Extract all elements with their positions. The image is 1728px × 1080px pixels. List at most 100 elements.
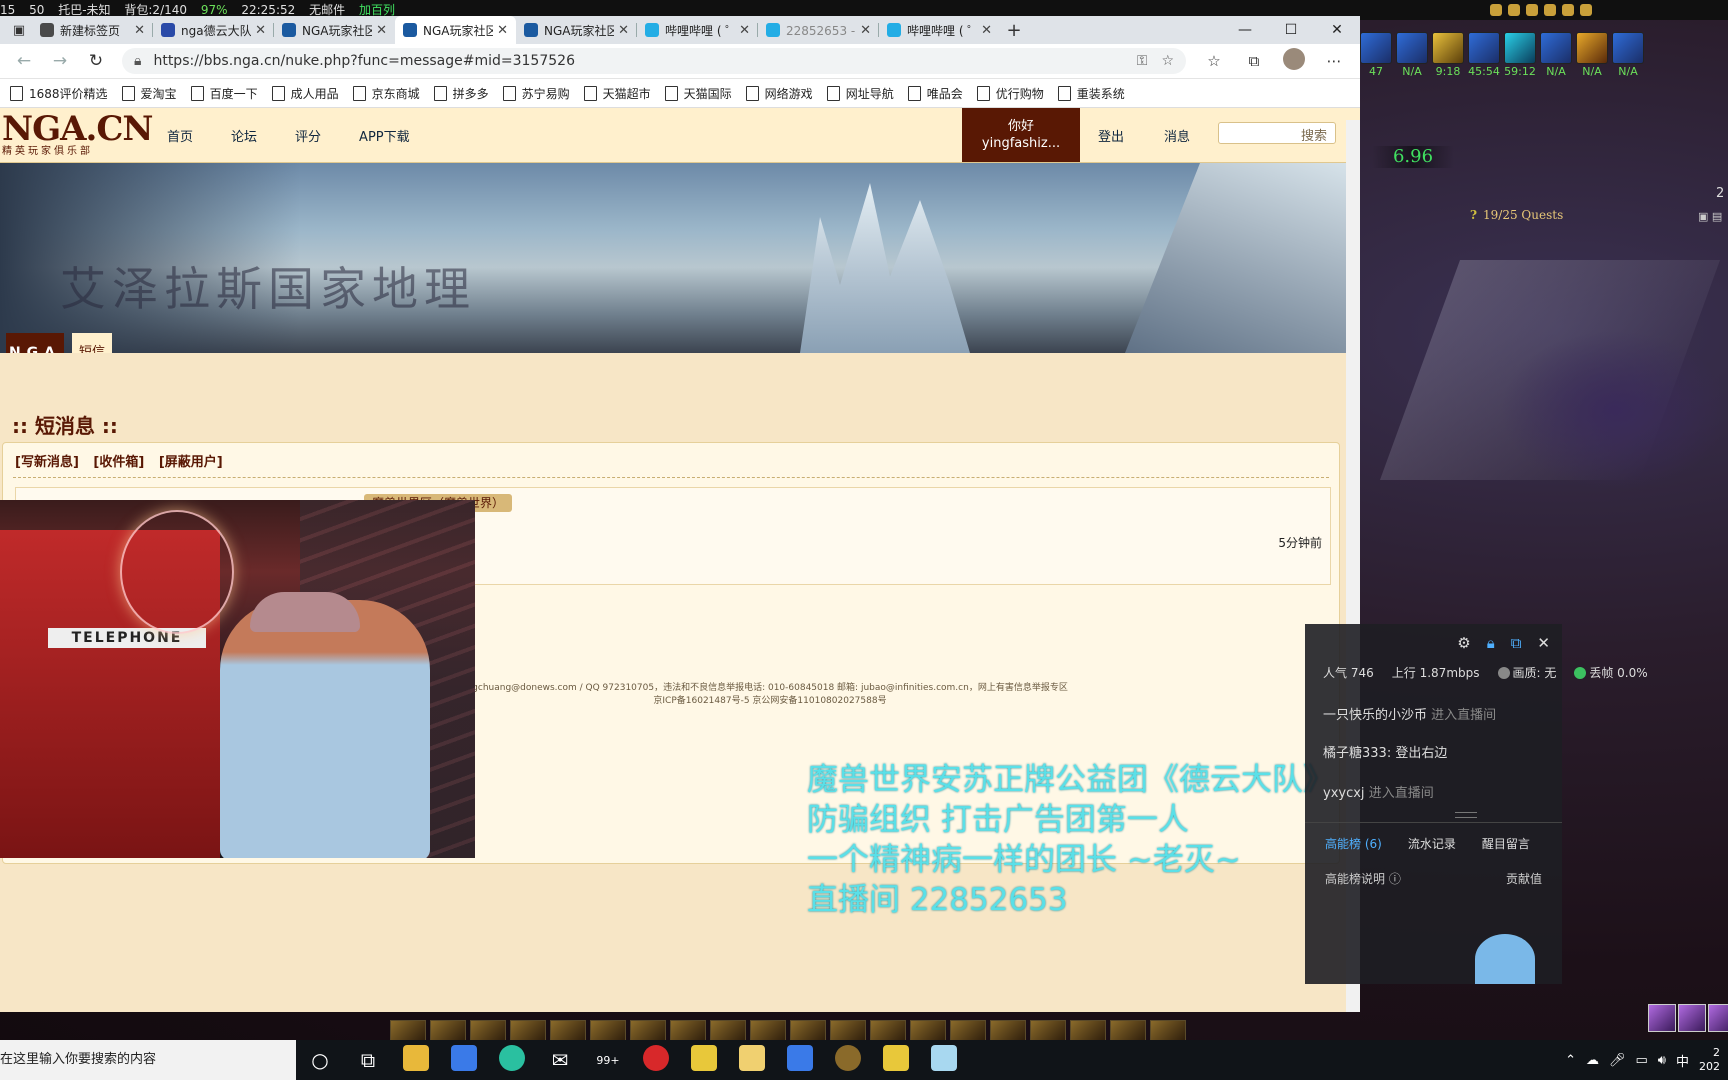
mail-icon[interactable]: ✉ — [536, 1048, 584, 1072]
block-users-link[interactable]: [屏蔽用户] — [159, 455, 223, 470]
tab-actions-icon[interactable]: ▣ — [6, 23, 32, 38]
messages-link[interactable]: 消息 — [1164, 126, 1190, 145]
tab[interactable]: 新建标签页 ✕ — [32, 16, 153, 44]
wow-icon[interactable] — [824, 1044, 872, 1076]
window-mode-icon[interactable]: ⧉ — [1511, 634, 1522, 652]
logout-link[interactable]: 登出 — [1098, 126, 1124, 145]
tray-expand-icon[interactable]: ⌃ — [1565, 1053, 1576, 1068]
pet-slot[interactable] — [1708, 1004, 1728, 1032]
wechat-icon[interactable]: 99+ — [584, 1054, 632, 1067]
bookmark[interactable]: 重装系统 — [1057, 85, 1125, 102]
bookmark[interactable]: 天猫国际 — [664, 85, 732, 102]
app-icon[interactable] — [728, 1044, 776, 1076]
tab-high-energy[interactable]: 高能榜 (6) — [1325, 835, 1382, 852]
close-tab-icon[interactable]: ✕ — [376, 23, 387, 38]
close-tab-icon[interactable]: ✕ — [255, 23, 266, 38]
profile-avatar[interactable] — [1274, 48, 1314, 74]
close-panel-icon[interactable]: ✕ — [1537, 634, 1550, 652]
favorites-icon[interactable]: ☆ — [1194, 52, 1234, 70]
site-logo[interactable]: NGA.CN 精英玩家俱乐部 — [2, 110, 153, 160]
close-tab-icon[interactable]: ✕ — [739, 23, 750, 38]
game-icon[interactable] — [1562, 4, 1574, 16]
help-icon[interactable]: ⓘ — [1389, 872, 1401, 886]
bookmark[interactable]: 爱淘宝 — [121, 85, 177, 102]
edge-icon[interactable] — [488, 1044, 536, 1076]
close-tab-icon[interactable]: ✕ — [860, 23, 871, 38]
store-icon[interactable] — [440, 1044, 488, 1076]
nav-home[interactable]: 首页 — [167, 126, 193, 145]
bookmark[interactable]: 苏宁易购 — [502, 85, 570, 102]
netease-music-icon[interactable] — [632, 1044, 680, 1076]
close-tab-icon[interactable]: ✕ — [497, 23, 508, 38]
game-icon[interactable] — [1490, 4, 1502, 16]
lock-icon[interactable]: 🔒︎ — [1487, 634, 1495, 652]
tab-records[interactable]: 流水记录 — [1408, 835, 1456, 852]
onedrive-icon[interactable]: ☁ — [1586, 1053, 1599, 1068]
tab-super-chat[interactable]: 醒目留言 — [1482, 835, 1530, 852]
close-tab-icon[interactable]: ✕ — [981, 23, 992, 38]
quest-tracker-controls[interactable]: ▣ ▤ — [1698, 210, 1722, 223]
game-icon[interactable] — [1526, 4, 1538, 16]
site-search-input[interactable]: 搜索 — [1218, 122, 1336, 144]
bookmark[interactable]: 京东商城 — [352, 85, 420, 102]
microphone-icon[interactable]: 🎤︎ — [1609, 1053, 1626, 1068]
tab[interactable]: 22852653 - 哔✕ — [758, 16, 879, 44]
search-button[interactable]: 搜索 — [1301, 125, 1327, 144]
bookmark[interactable]: 1688评价精选 — [10, 85, 108, 102]
security-icon[interactable] — [776, 1044, 824, 1076]
nav-rating[interactable]: 评分 — [295, 126, 321, 145]
settings-icon[interactable]: ⚙ — [1457, 634, 1470, 652]
bookmark[interactable]: 网络游戏 — [745, 85, 813, 102]
high-energy-explain[interactable]: 高能榜说明 ⓘ — [1325, 870, 1401, 887]
favorite-add-icon[interactable]: ☆ — [1161, 53, 1174, 69]
qq-icon[interactable] — [872, 1044, 920, 1076]
resize-handle[interactable] — [1455, 812, 1477, 818]
bookmark[interactable]: 网址导航 — [826, 85, 894, 102]
close-tab-icon[interactable]: ✕ — [618, 23, 629, 38]
taskbar-clock[interactable]: 2 202 — [1699, 1046, 1720, 1074]
qq-icon[interactable] — [680, 1044, 728, 1076]
bookmark[interactable]: 天猫超市 — [583, 85, 651, 102]
new-tab-button[interactable]: + — [1000, 20, 1028, 41]
network-icon[interactable]: ▭ — [1635, 1053, 1647, 1068]
more-icon[interactable]: ⋯ — [1314, 52, 1354, 70]
bookmark[interactable]: 百度一下 — [190, 85, 258, 102]
url-field[interactable]: 🔒︎ https://bbs.nga.cn/nuke.php?func=mess… — [122, 48, 1186, 74]
compose-link[interactable]: [写新消息] — [15, 455, 79, 470]
bookmark[interactable]: 优行购物 — [976, 85, 1044, 102]
bookmark[interactable]: 拼多多 — [433, 85, 489, 102]
tab[interactable]: nga德云大队 ✕ — [153, 16, 274, 44]
ime-indicator[interactable]: 中 — [1676, 1051, 1689, 1070]
lock-icon[interactable]: 🔒︎ — [134, 53, 141, 69]
nav-app-download[interactable]: APP下载 — [359, 126, 410, 145]
quest-tracker[interactable]: ? 19/25 Quests — [1470, 208, 1563, 222]
app-icon[interactable] — [920, 1044, 968, 1076]
back-icon[interactable]: ← — [6, 51, 42, 71]
game-icon[interactable] — [1544, 4, 1556, 16]
tab[interactable]: NGA玩家社区 ✕ — [516, 16, 637, 44]
tab[interactable]: NGA玩家社区 ✕ — [274, 16, 395, 44]
inbox-link[interactable]: [收件箱] — [93, 455, 144, 470]
tab[interactable]: 哔哩哔哩 ( ゜- ✕ — [637, 16, 758, 44]
bookmark[interactable]: 唯品会 — [907, 85, 963, 102]
pet-slot[interactable] — [1678, 1004, 1706, 1032]
collections-icon[interactable]: ⧉ — [1234, 52, 1274, 70]
user-menu[interactable]: 你好 yingfashiz... — [962, 108, 1080, 162]
breadcrumb-sms[interactable]: 短信 — [72, 333, 112, 353]
task-view-icon[interactable]: ⧉ — [344, 1048, 392, 1072]
close-window-icon[interactable]: ✕ — [1314, 16, 1360, 44]
taskbar-search-input[interactable]: 在这里输入你要搜索的内容 — [0, 1040, 296, 1080]
bookmark[interactable]: 成人用品 — [271, 85, 339, 102]
nav-forum[interactable]: 论坛 — [231, 126, 257, 145]
cortana-icon[interactable]: ○ — [296, 1048, 344, 1072]
minimize-icon[interactable]: — — [1222, 16, 1268, 44]
breadcrumb-nga[interactable]: NGA — [6, 333, 64, 353]
tab-active[interactable]: NGA玩家社区 ✕ — [395, 16, 516, 44]
forward-icon[interactable]: → — [42, 51, 78, 71]
refresh-icon[interactable]: ↻ — [78, 51, 114, 71]
pet-slot[interactable] — [1648, 1004, 1676, 1032]
key-icon[interactable]: ⚿ — [1137, 53, 1148, 69]
tab[interactable]: 哔哩哔哩 ( ゜- ✕ — [879, 16, 1000, 44]
maximize-icon[interactable]: ☐ — [1268, 16, 1314, 44]
game-icon[interactable] — [1508, 4, 1520, 16]
